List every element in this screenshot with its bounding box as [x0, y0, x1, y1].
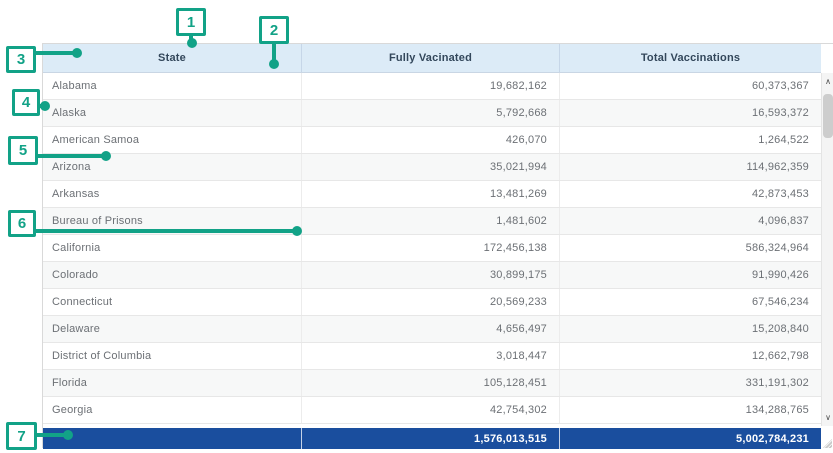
callout-6-stem	[35, 229, 297, 233]
cell-total-vaccinations: 60,373,367	[560, 73, 821, 99]
callout-3: 3	[6, 46, 36, 73]
cell-state: Colorado	[43, 262, 302, 288]
cell-fully-vaccinated: 5,792,668	[302, 100, 560, 126]
callout-4-label: 4	[22, 95, 30, 110]
callout-7: 7	[6, 422, 37, 450]
callout-5-dot	[101, 151, 111, 161]
cell-state: American Samoa	[43, 127, 302, 153]
cell-state: Delaware	[43, 316, 302, 342]
cell-fully-vaccinated: 172,456,138	[302, 235, 560, 261]
cell-fully-vaccinated: 30,899,175	[302, 262, 560, 288]
table-header: State Fully Vacinated Total Vaccinations	[43, 44, 821, 73]
callout-5-label: 5	[19, 143, 27, 158]
cell-fully-vaccinated: 3,018,447	[302, 343, 560, 369]
callout-7-label: 7	[17, 429, 25, 444]
vertical-scrollbar[interactable]: ∧ ∨	[821, 73, 833, 426]
cell-state: Alabama	[43, 73, 302, 99]
dashboard-canvas: State Fully Vacinated Total Vaccinations…	[0, 0, 833, 453]
cell-fully-vaccinated: 19,682,162	[302, 73, 560, 99]
callout-1-dot	[187, 38, 197, 48]
table-row[interactable]: Delaware 4,656,497 15,208,840	[43, 316, 821, 343]
cell-state: Connecticut	[43, 289, 302, 315]
callout-6: 6	[8, 210, 36, 237]
callout-1: 1	[176, 8, 206, 36]
table-row[interactable]: Alaska 5,792,668 16,593,372	[43, 100, 821, 127]
cell-state: District of Columbia	[43, 343, 302, 369]
table-summary-row: 1,576,013,515 5,002,784,231	[43, 428, 821, 449]
cell-fully-vaccinated: 35,021,994	[302, 154, 560, 180]
column-header-state[interactable]: State	[43, 44, 302, 72]
scroll-up-icon[interactable]: ∧	[822, 74, 833, 89]
callout-3-dot	[72, 48, 82, 58]
table-row[interactable]: California 172,456,138 586,324,964	[43, 235, 821, 262]
summary-state-cell	[43, 428, 302, 449]
scroll-down-icon[interactable]: ∨	[822, 410, 833, 425]
cell-total-vaccinations: 15,208,840	[560, 316, 821, 342]
callout-2-dot	[269, 59, 279, 69]
table-row[interactable]: Florida 105,128,451 331,191,302	[43, 370, 821, 397]
cell-state: Georgia	[43, 397, 302, 423]
table-row[interactable]: Arizona 35,021,994 114,962,359	[43, 154, 821, 181]
cell-total-vaccinations: 67,546,234	[560, 289, 821, 315]
callout-5: 5	[8, 136, 38, 165]
cell-state: Alaska	[43, 100, 302, 126]
cell-total-vaccinations: 134,288,765	[560, 397, 821, 423]
cell-total-vaccinations: 91,990,426	[560, 262, 821, 288]
table-row[interactable]: Arkansas 13,481,269 42,873,453	[43, 181, 821, 208]
callout-5-stem	[37, 154, 107, 158]
cell-fully-vaccinated: 20,569,233	[302, 289, 560, 315]
summary-fully-vaccinated: 1,576,013,515	[302, 428, 560, 449]
cell-total-vaccinations: 4,096,837	[560, 208, 821, 234]
cell-total-vaccinations: 586,324,964	[560, 235, 821, 261]
cell-fully-vaccinated: 105,128,451	[302, 370, 560, 396]
cell-total-vaccinations: 1,264,522	[560, 127, 821, 153]
callout-1-label: 1	[187, 15, 195, 30]
callout-6-label: 6	[18, 216, 26, 231]
table-row[interactable]: Colorado 30,899,175 91,990,426	[43, 262, 821, 289]
column-header-fully-vaccinated[interactable]: Fully Vacinated	[302, 44, 560, 72]
cell-fully-vaccinated: 426,070	[302, 127, 560, 153]
cell-total-vaccinations: 42,873,453	[560, 181, 821, 207]
table-row[interactable]: Georgia 42,754,302 134,288,765	[43, 397, 821, 424]
cell-fully-vaccinated: 4,656,497	[302, 316, 560, 342]
vaccination-table: State Fully Vacinated Total Vaccinations…	[42, 43, 833, 448]
cell-fully-vaccinated: 42,754,302	[302, 397, 560, 423]
callout-3-label: 3	[17, 52, 25, 67]
scrollbar-thumb[interactable]	[823, 94, 833, 138]
callout-4-dot	[40, 101, 50, 111]
cell-total-vaccinations: 12,662,798	[560, 343, 821, 369]
table-body: Alabama 19,682,162 60,373,367 Alaska 5,7…	[43, 73, 821, 426]
cell-state: Florida	[43, 370, 302, 396]
cell-fully-vaccinated: 1,481,602	[302, 208, 560, 234]
cell-total-vaccinations: 331,191,302	[560, 370, 821, 396]
cell-fully-vaccinated: 13,481,269	[302, 181, 560, 207]
callout-2: 2	[259, 16, 289, 44]
cell-state: Arkansas	[43, 181, 302, 207]
cell-total-vaccinations: 16,593,372	[560, 100, 821, 126]
column-header-total-vaccinations[interactable]: Total Vaccinations	[560, 44, 821, 72]
callout-7-dot	[63, 430, 73, 440]
table-row[interactable]: District of Columbia 3,018,447 12,662,79…	[43, 343, 821, 370]
callout-4: 4	[12, 89, 40, 116]
cell-total-vaccinations: 114,962,359	[560, 154, 821, 180]
resize-grip-icon[interactable]	[823, 439, 832, 448]
summary-total-vaccinations: 5,002,784,231	[560, 428, 821, 449]
cell-state: California	[43, 235, 302, 261]
table-row[interactable]: Alabama 19,682,162 60,373,367	[43, 73, 821, 100]
callout-6-dot	[292, 226, 302, 236]
table-row[interactable]: American Samoa 426,070 1,264,522	[43, 127, 821, 154]
table-row[interactable]: Connecticut 20,569,233 67,546,234	[43, 289, 821, 316]
callout-2-label: 2	[270, 23, 278, 38]
